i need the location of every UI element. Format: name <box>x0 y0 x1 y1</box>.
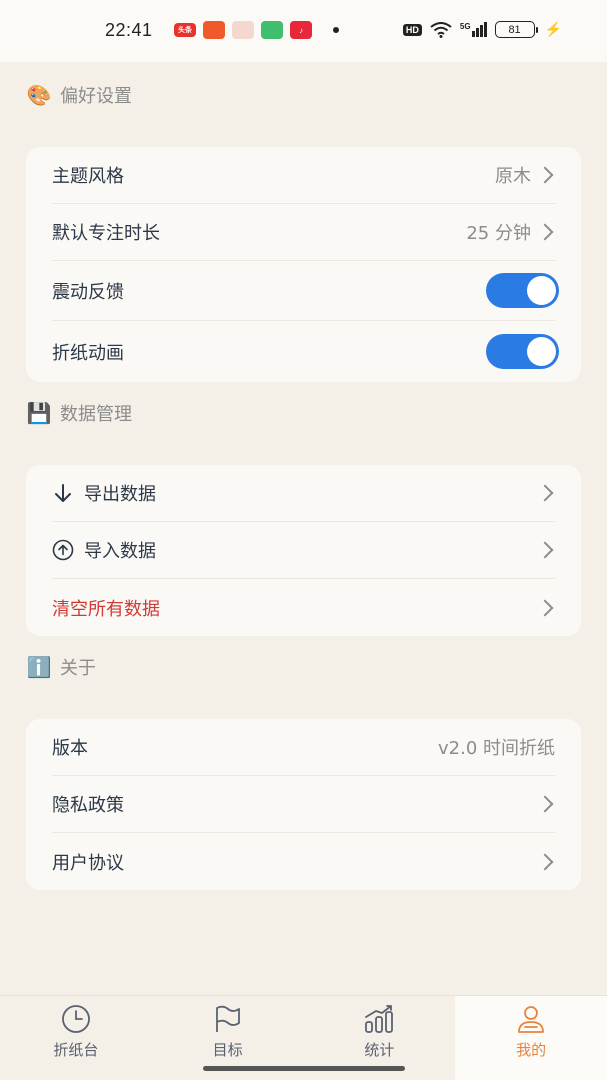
toggle-knob <box>527 337 556 366</box>
data-management-card: 导出数据 导入数据 清空所有数据 <box>26 465 581 636</box>
chevron-right-icon <box>536 541 554 559</box>
focus-duration-label: 默认专注时长 <box>52 223 160 244</box>
clear-all-data-row[interactable]: 清空所有数据 <box>52 579 555 636</box>
chart-icon <box>365 1005 394 1033</box>
shopping-app-icon <box>203 21 225 39</box>
video-app-icon <box>261 21 283 39</box>
arrow-down-icon <box>55 484 71 502</box>
vibration-label: 震动反馈 <box>52 281 124 303</box>
fold-animation-toggle[interactable] <box>486 334 559 369</box>
fold-animation-row: 折纸动画 <box>52 321 559 382</box>
export-data-row[interactable]: 导出数据 <box>52 465 555 522</box>
battery-icon: 81 <box>494 21 538 38</box>
chevron-right-icon <box>536 853 554 870</box>
import-data-label: 导入数据 <box>84 541 156 562</box>
toggle-knob <box>527 276 556 305</box>
clear-all-data-label: 清空所有数据 <box>52 598 160 620</box>
fold-animation-label: 折纸动画 <box>52 342 124 364</box>
section-title-preferences: 🎨 偏好设置 <box>26 82 132 108</box>
theme-value: 原木 <box>495 166 531 187</box>
flag-icon <box>215 1005 240 1032</box>
home-indicator[interactable] <box>203 1066 405 1071</box>
chevron-right-icon <box>536 599 554 616</box>
user-agreement-row[interactable]: 用户协议 <box>52 833 555 890</box>
privacy-policy-label: 隐私政策 <box>52 795 124 816</box>
section-title-about: ℹ️ 关于 <box>26 654 96 680</box>
wifi-icon <box>430 21 452 38</box>
vibration-toggle[interactable] <box>486 273 559 308</box>
theme-row[interactable]: 主题风格 原木 <box>52 147 555 204</box>
section-title-data: 💾 数据管理 <box>26 400 132 426</box>
tab-folding-desk-label: 折纸台 <box>53 1041 99 1059</box>
info-icon: ℹ️ <box>26 655 52 679</box>
tab-mine-label: 我的 <box>516 1041 547 1059</box>
tab-goals-label: 目标 <box>212 1041 243 1059</box>
chevron-right-icon <box>536 795 554 813</box>
tab-folding-desk[interactable]: 折纸台 <box>0 996 152 1080</box>
section-title-about-label: 关于 <box>60 658 96 679</box>
more-notifications-dot <box>333 27 339 33</box>
user-agreement-label: 用户协议 <box>52 852 124 874</box>
section-title-data-label: 数据管理 <box>60 404 132 425</box>
focus-duration-row[interactable]: 默认专注时长 25 分钟 <box>52 204 555 261</box>
about-card: 版本 v2.0 时间折纸 隐私政策 用户协议 <box>26 719 581 890</box>
export-data-label: 导出数据 <box>84 484 156 505</box>
privacy-policy-row[interactable]: 隐私政策 <box>52 776 555 833</box>
status-time: 22:41 <box>105 20 153 40</box>
tab-statistics-label: 统计 <box>364 1041 395 1059</box>
system-icons: HD 5G 81 ⚡ <box>402 21 562 38</box>
version-row: 版本 v2.0 时间折纸 <box>52 719 555 776</box>
theme-label: 主题风格 <box>52 166 124 187</box>
palette-icon: 🎨 <box>26 83 52 107</box>
tab-mine[interactable]: 我的 <box>455 996 607 1080</box>
hd-icon: HD <box>402 23 422 36</box>
chevron-right-icon <box>536 484 554 502</box>
music-app-icon: ♪ <box>290 21 312 39</box>
chevron-right-icon <box>536 166 554 184</box>
floppy-disk-icon: 💾 <box>26 401 52 425</box>
toutiao-notification-icon: 头条 <box>174 23 196 37</box>
section-title-preferences-label: 偏好设置 <box>60 86 132 107</box>
signal-icon: 5G <box>460 22 487 37</box>
cartoon-app-icon <box>232 21 254 39</box>
clock-icon <box>61 1005 90 1033</box>
vibration-row: 震动反馈 <box>52 261 559 321</box>
upload-circle-icon <box>52 539 74 561</box>
version-value: v2.0 时间折纸 <box>438 738 555 759</box>
status-bar: 22:41 头条 ♪ HD 5G 81 ⚡ <box>0 0 607 62</box>
notification-icons: 头条 ♪ <box>174 21 339 39</box>
charging-icon: ⚡ <box>544 21 562 37</box>
version-label: 版本 <box>52 738 88 759</box>
import-data-row[interactable]: 导入数据 <box>52 522 555 579</box>
chevron-right-icon <box>536 223 554 241</box>
preferences-card: 主题风格 原木 默认专注时长 25 分钟 震动反馈 折纸动画 <box>26 147 581 382</box>
user-icon <box>518 1006 545 1033</box>
focus-duration-value: 25 分钟 <box>466 223 531 244</box>
